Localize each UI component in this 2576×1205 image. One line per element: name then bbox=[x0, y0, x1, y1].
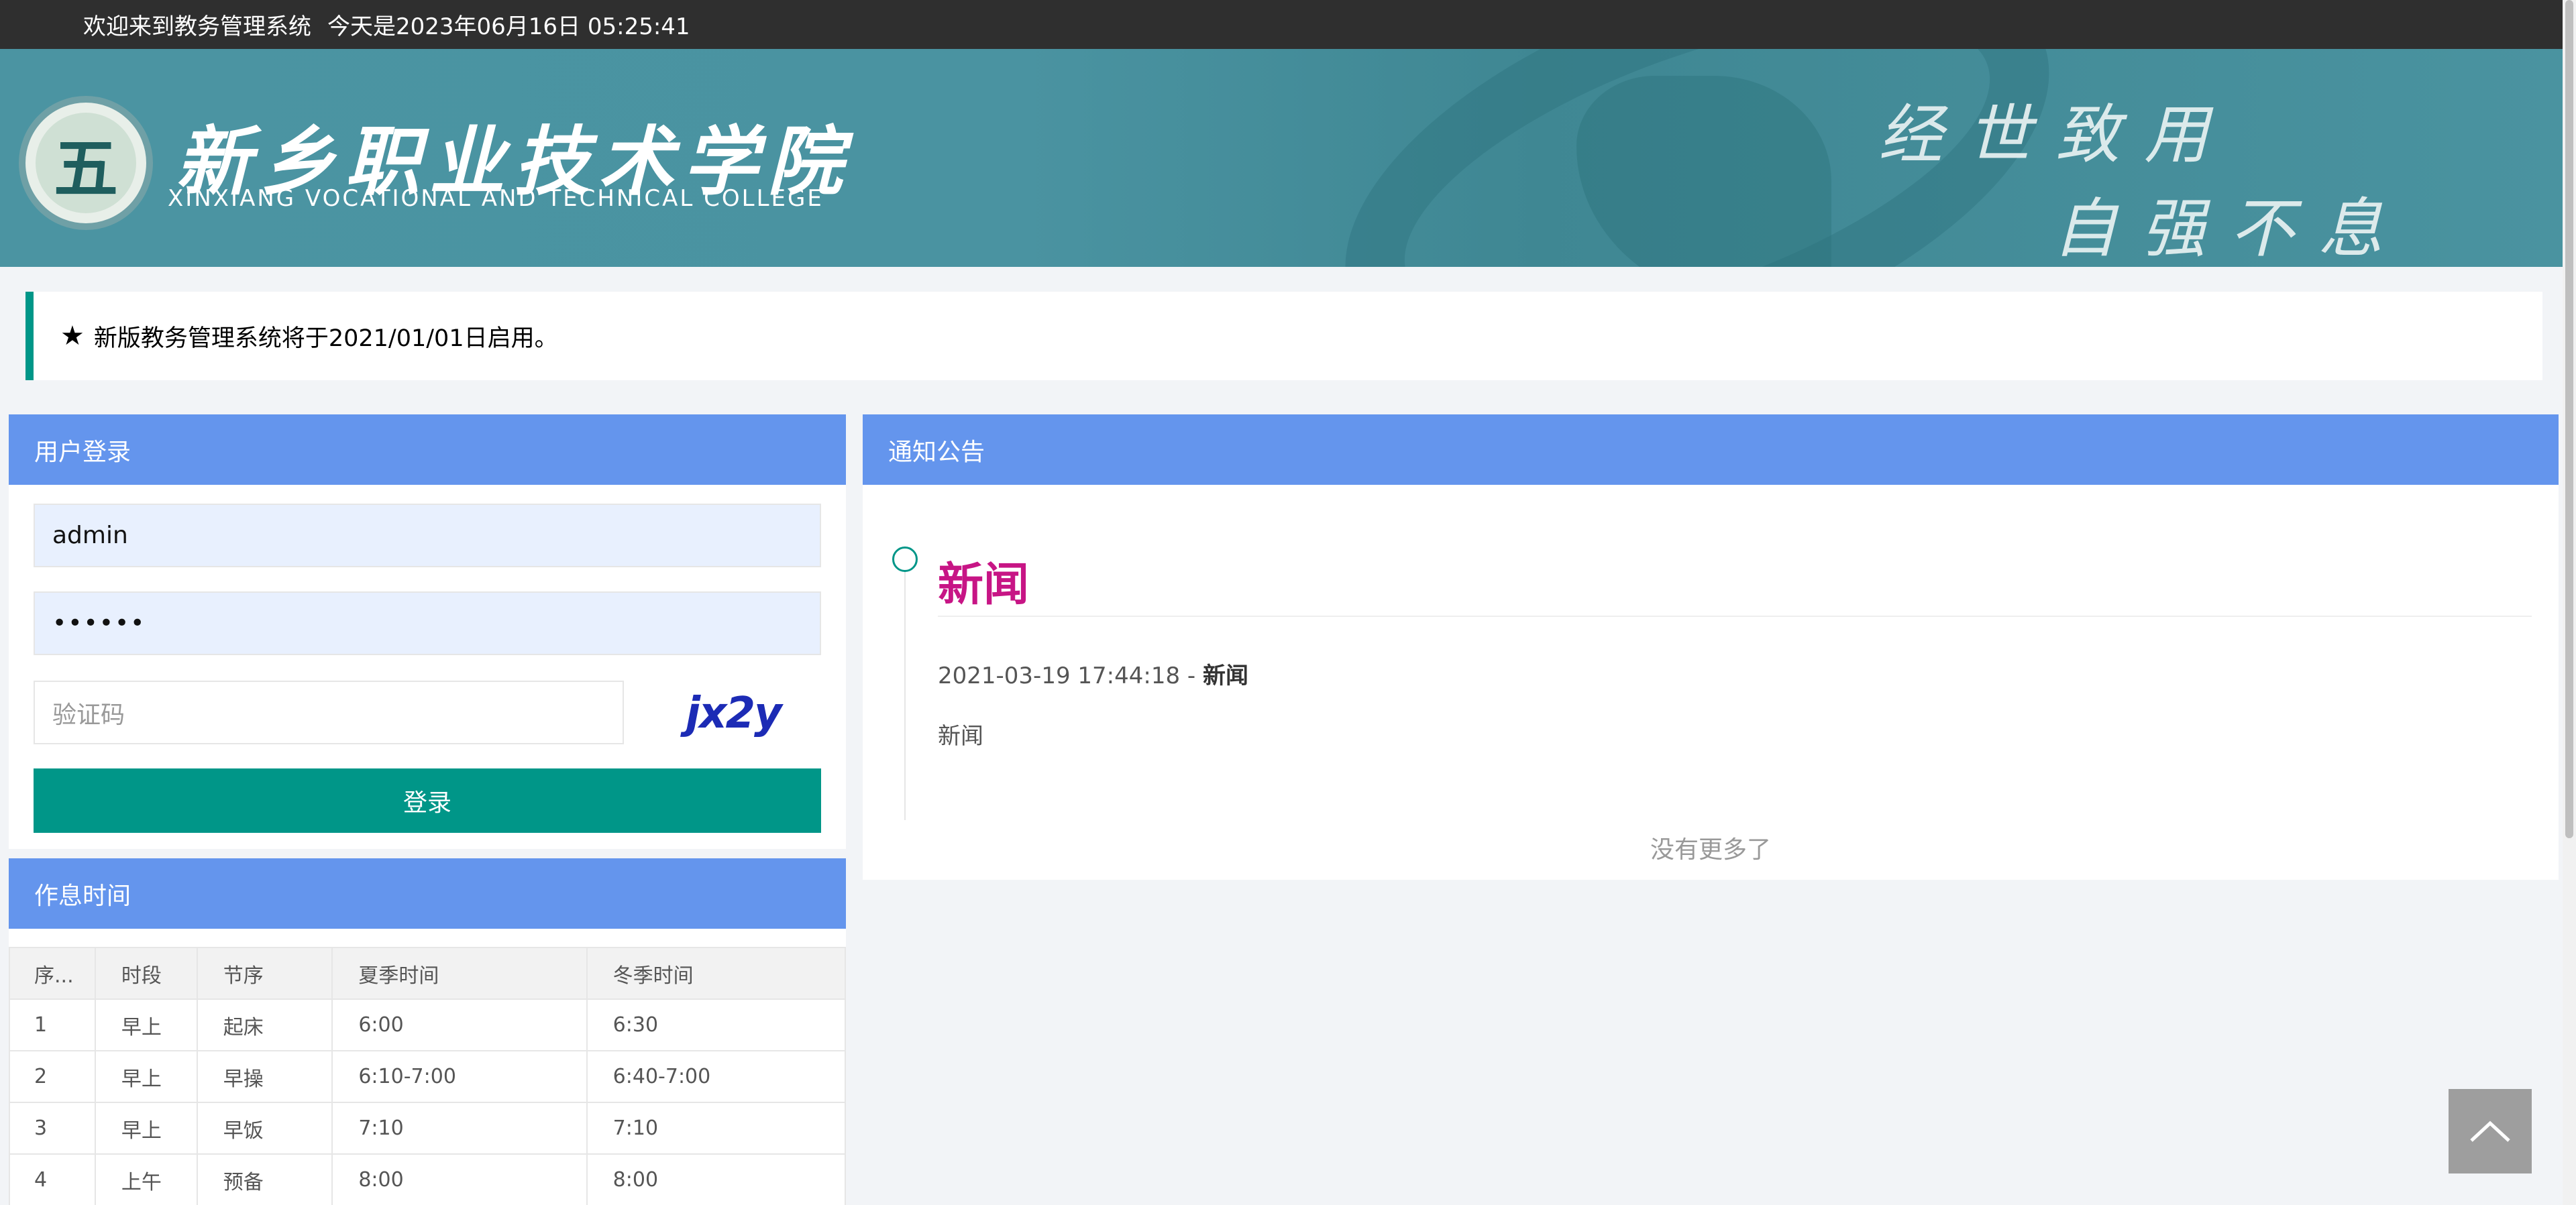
timeline-node-icon bbox=[892, 547, 918, 572]
scrollbar-thumb[interactable] bbox=[2565, 0, 2573, 838]
notices-panel: 通知公告 新闻 2021-03-19 17:44:18 - 新闻 新闻 没有更多… bbox=[863, 414, 2559, 880]
table-cell: 1 bbox=[9, 998, 96, 1051]
table-cell: 起床 bbox=[196, 998, 333, 1051]
table-cell: 6:40-7:00 bbox=[586, 1050, 847, 1103]
table-row: 2 早上 早操 6:10-7:00 6:40-7:00 bbox=[9, 1050, 847, 1103]
column-header[interactable]: 序... bbox=[9, 947, 96, 1000]
motto-line-2: 自强不息 bbox=[2053, 191, 2407, 266]
table-cell: 预备 bbox=[196, 1153, 333, 1205]
welcome-text: 欢迎来到教务管理系统 bbox=[83, 13, 311, 40]
table-cell: 7:10 bbox=[586, 1102, 847, 1155]
password-input[interactable]: •••••• bbox=[34, 591, 821, 655]
schedule-panel-title: 作息时间 bbox=[9, 858, 846, 929]
motto-line-1: 经世致用 bbox=[1878, 97, 2233, 172]
news-item-title[interactable]: 新闻 bbox=[938, 547, 1029, 614]
column-header[interactable]: 时段 bbox=[94, 947, 198, 1000]
table-header-row: 序... 时段 节序 夏季时间 冬季时间 bbox=[9, 947, 847, 1000]
table-cell: 6:10-7:00 bbox=[331, 1050, 588, 1103]
table-cell: 4 bbox=[9, 1153, 96, 1205]
header-banner: 五 新乡职业技术学院 XINXIANG VOCATIONAL AND TECHN… bbox=[0, 49, 2563, 267]
table-cell: 8:00 bbox=[331, 1153, 588, 1205]
college-name-en: XINXIANG VOCATIONAL AND TECHNICAL COLLEG… bbox=[168, 185, 824, 212]
table-cell: 7:10 bbox=[331, 1102, 588, 1155]
schedule-table: 序... 时段 节序 夏季时间 冬季时间 1 早上 起床 6:00 6:30 2… bbox=[9, 947, 847, 1205]
captcha-placeholder: 验证码 bbox=[52, 701, 125, 729]
back-to-top-button[interactable] bbox=[2449, 1089, 2532, 1173]
login-panel: 用户登录 admin •••••• 验证码 jx2y 登录 bbox=[9, 414, 846, 849]
timeline-axis bbox=[904, 565, 906, 820]
table-cell: 早上 bbox=[94, 1050, 198, 1103]
table-row: 1 早上 起床 6:00 6:30 bbox=[9, 998, 847, 1051]
logo-emblem: 五 bbox=[36, 113, 136, 213]
announcement-bar: ★ 新版教务管理系统将于2021/01/01日启用。 bbox=[25, 292, 2542, 380]
news-datetime: 2021-03-19 17:44:18 bbox=[938, 663, 1181, 689]
banner-decoration-shape bbox=[1576, 76, 1831, 267]
username-value: admin bbox=[52, 522, 128, 549]
table-cell: 6:30 bbox=[586, 998, 847, 1051]
table-cell: 早操 bbox=[196, 1050, 333, 1103]
column-header[interactable]: 冬季时间 bbox=[586, 947, 847, 1000]
password-value: •••••• bbox=[52, 610, 146, 637]
column-header[interactable]: 夏季时间 bbox=[331, 947, 588, 1000]
page-scrollbar[interactable] bbox=[2563, 0, 2576, 1205]
captcha-image[interactable]: jx2y bbox=[653, 681, 814, 745]
chevron-up-icon bbox=[2470, 1121, 2510, 1142]
table-cell: 早上 bbox=[94, 1102, 198, 1155]
column-header[interactable]: 节序 bbox=[196, 947, 333, 1000]
notices-panel-title: 通知公告 bbox=[863, 414, 2559, 485]
news-meta-separator: - bbox=[1180, 663, 1203, 689]
table-cell: 3 bbox=[9, 1102, 96, 1155]
no-more-text: 没有更多了 bbox=[1650, 836, 1771, 864]
captcha-input[interactable]: 验证码 bbox=[34, 681, 624, 744]
table-cell: 6:00 bbox=[331, 998, 588, 1051]
news-category: 新闻 bbox=[1203, 663, 1248, 689]
top-bar: 欢迎来到教务管理系统 今天是2023年06月16日 05:25:41 bbox=[0, 0, 2563, 49]
table-cell: 早上 bbox=[94, 998, 198, 1051]
news-item-body: 新闻 bbox=[938, 723, 983, 750]
table-row: 4 上午 预备 8:00 8:00 bbox=[9, 1153, 847, 1205]
college-logo: 五 bbox=[19, 96, 153, 230]
table-cell: 上午 bbox=[94, 1153, 198, 1205]
table-cell: 8:00 bbox=[586, 1153, 847, 1205]
schedule-panel: 作息时间 序... 时段 节序 夏季时间 冬季时间 1 早上 起床 6:00 6… bbox=[9, 858, 847, 1205]
announcement-text: 新版教务管理系统将于2021/01/01日启用。 bbox=[93, 325, 558, 352]
table-row: 3 早上 早饭 7:10 7:10 bbox=[9, 1102, 847, 1155]
login-panel-title: 用户登录 bbox=[9, 414, 846, 485]
news-divider bbox=[938, 616, 2532, 617]
news-item-meta: 2021-03-19 17:44:18 - 新闻 bbox=[938, 657, 1248, 690]
current-datetime: 今天是2023年06月16日 05:25:41 bbox=[327, 13, 690, 40]
table-cell: 2 bbox=[9, 1050, 96, 1103]
table-cell: 早饭 bbox=[196, 1102, 333, 1155]
username-input[interactable]: admin bbox=[34, 504, 821, 567]
star-icon: ★ bbox=[60, 321, 85, 351]
login-button[interactable]: 登录 bbox=[34, 768, 821, 833]
